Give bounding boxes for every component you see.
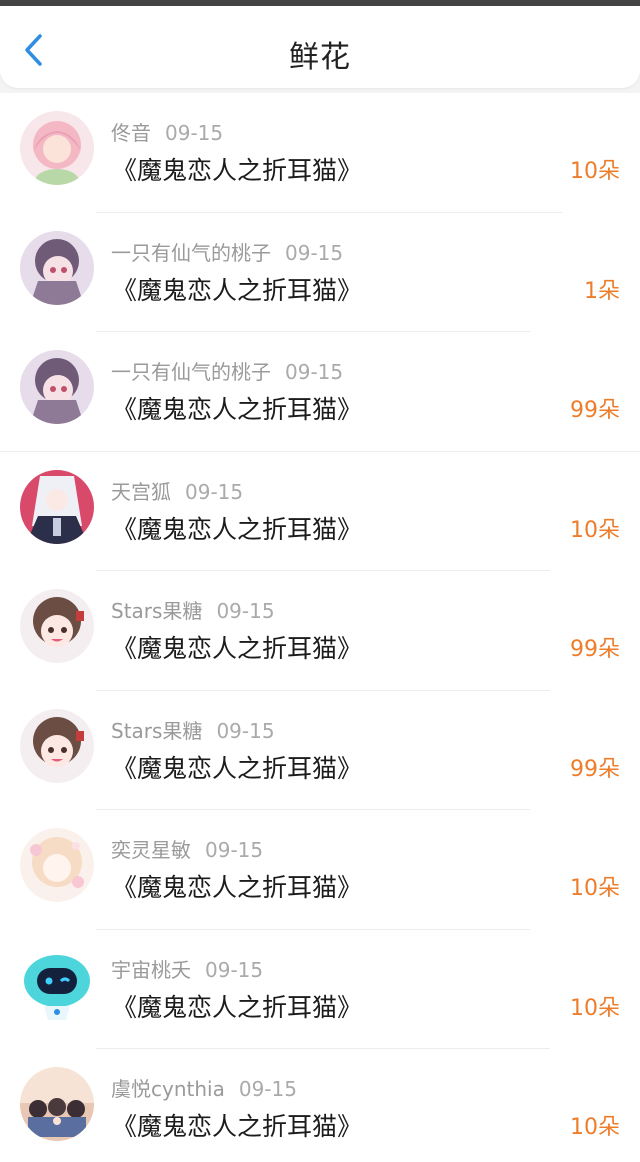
date: 09-15 (285, 240, 344, 265)
user-name[interactable]: 一只有仙气的桃子 (111, 360, 271, 384)
flower-count: 10朵 (570, 517, 620, 543)
book-title[interactable]: 《魔鬼恋人之折耳猫》 (112, 988, 362, 1024)
item-meta: 虞悦cynthia 09-15 (111, 1073, 297, 1102)
user-name[interactable]: 天宫狐 (111, 480, 171, 504)
list-item[interactable]: 佟音 09-15 《魔鬼恋人之折耳猫》 10朵 (0, 93, 640, 213)
avatar[interactable] (20, 828, 94, 902)
list-item[interactable]: 宇宙桃夭 09-15 《魔鬼恋人之折耳猫》 10朵 (0, 930, 640, 1049)
list-item[interactable]: 虞悦cynthia 09-15 《魔鬼恋人之折耳猫》 10朵 (0, 1049, 640, 1162)
book-title[interactable]: 《魔鬼恋人之折耳猫》 (112, 629, 362, 665)
avatar[interactable] (20, 708, 94, 783)
book-title[interactable]: 《魔鬼恋人之折耳猫》 (112, 510, 362, 546)
avatar[interactable] (20, 589, 94, 663)
avatar[interactable] (20, 1067, 94, 1141)
flower-count: 99朵 (570, 756, 620, 782)
date: 09-15 (205, 838, 264, 862)
flower-count: 99朵 (570, 398, 620, 423)
book-title[interactable]: 《魔鬼恋人之折耳猫》 (112, 1107, 362, 1143)
user-name[interactable]: 虞悦cynthia (111, 1077, 225, 1101)
avatar[interactable] (20, 111, 94, 185)
user-name[interactable]: Stars果糖 (111, 719, 202, 743)
date: 09-15 (216, 599, 275, 623)
flower-count: 10朵 (570, 1115, 620, 1140)
item-meta: Stars果糖 09-15 (111, 715, 275, 744)
list-item[interactable]: 一只有仙气的桃子 09-15 《魔鬼恋人之折耳猫》 99朵 (0, 332, 640, 452)
item-meta: 一只有仙气的桃子 09-15 (111, 237, 343, 266)
list-item[interactable]: 奕灵星敏 09-15 《魔鬼恋人之折耳猫》 10朵 (0, 810, 640, 930)
flower-count: 10朵 (570, 876, 620, 901)
date: 09-15 (165, 121, 224, 145)
date: 09-15 (238, 1077, 297, 1101)
book-title[interactable]: 《魔鬼恋人之折耳猫》 (112, 271, 362, 307)
user-name[interactable]: Stars果糖 (111, 599, 202, 623)
flower-count: 1朵 (584, 278, 620, 304)
avatar[interactable] (20, 469, 94, 544)
avatar[interactable] (20, 230, 94, 305)
item-meta: 天宫狐 09-15 (111, 476, 243, 505)
list-item[interactable]: Stars果糖 09-15 《魔鬼恋人之折耳猫》 99朵 (0, 571, 640, 691)
flower-list: 佟音 09-15 《魔鬼恋人之折耳猫》 10朵 一只有仙气的桃子 09-15 《魔鬼… (0, 93, 640, 1162)
avatar[interactable] (20, 350, 94, 424)
item-meta: 宇宙桃夭 09-15 (111, 954, 263, 983)
flower-count: 10朵 (570, 159, 620, 184)
item-meta: 一只有仙气的桃子 09-15 (111, 356, 343, 385)
avatar[interactable] (20, 947, 94, 1022)
list-item[interactable]: 天宫狐 09-15 《魔鬼恋人之折耳猫》 10朵 (0, 452, 640, 571)
item-meta: 佟音 09-15 (111, 117, 223, 146)
date: 09-15 (205, 957, 264, 982)
list-item[interactable]: 一只有仙气的桃子 09-15 《魔鬼恋人之折耳猫》 1朵 (0, 213, 640, 332)
user-name[interactable]: 宇宙桃夭 (111, 958, 191, 982)
nav-header: 鲜花 (0, 6, 640, 88)
page-title: 鲜花 (289, 40, 351, 75)
list-item[interactable]: Stars果糖 09-15 《魔鬼恋人之折耳猫》 99朵 (0, 691, 640, 810)
book-title[interactable]: 《魔鬼恋人之折耳猫》 (112, 390, 362, 426)
user-name[interactable]: 佟音 (111, 121, 151, 145)
date: 09-15 (185, 479, 244, 504)
item-meta: Stars果糖 09-15 (111, 595, 275, 624)
item-meta: 奕灵星敏 09-15 (111, 834, 263, 863)
date: 09-15 (216, 718, 275, 743)
user-name[interactable]: 一只有仙气的桃子 (111, 241, 271, 265)
book-title[interactable]: 《魔鬼恋人之折耳猫》 (112, 151, 362, 187)
book-title[interactable]: 《魔鬼恋人之折耳猫》 (112, 868, 362, 904)
flower-count: 99朵 (570, 637, 620, 662)
book-title[interactable]: 《魔鬼恋人之折耳猫》 (112, 749, 362, 785)
flower-count: 10朵 (570, 995, 620, 1021)
user-name[interactable]: 奕灵星敏 (111, 838, 191, 862)
date: 09-15 (285, 360, 344, 384)
